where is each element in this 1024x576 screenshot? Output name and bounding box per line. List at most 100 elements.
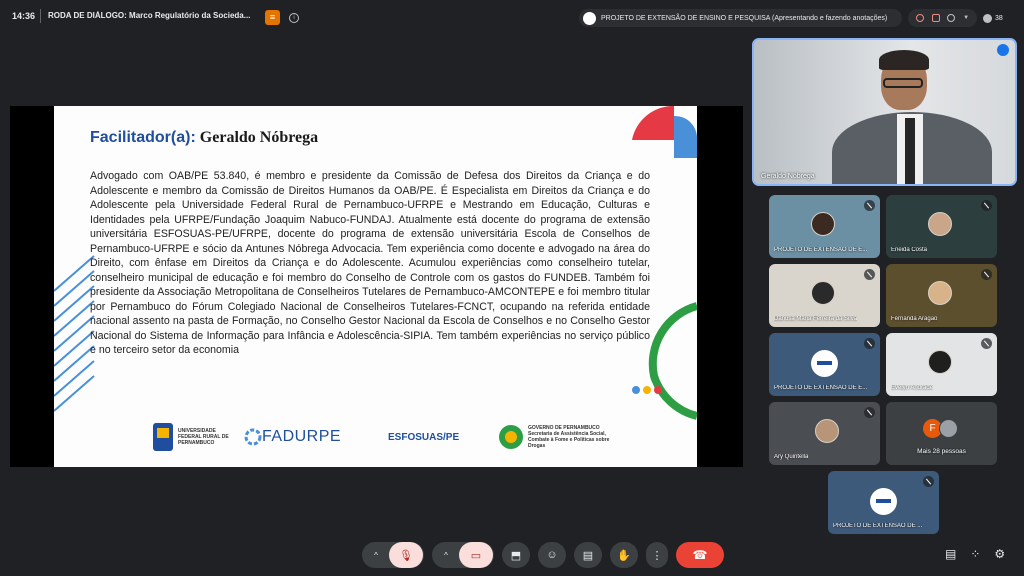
participant-tile[interactable]: Evelyn Andrade (886, 333, 997, 396)
facilitator-bio: Advogado com OAB/PE 53.840, é membro e p… (90, 170, 650, 356)
participant-count[interactable]: 38 (983, 10, 1017, 26)
participant-name: PROJETO DE EXTENSÃO DE E... (774, 247, 868, 253)
gov-pe-logo: GOVERNO DE PERNAMBUCO Secretaria de Assi… (498, 419, 618, 455)
mic-off-icon[interactable]: 🎙 (389, 542, 423, 568)
presenter-avatar (583, 11, 596, 25)
annotate-icon[interactable] (931, 14, 940, 22)
chevron-down-icon[interactable]: ▼ (963, 15, 969, 21)
presenter-chip-label: PROJETO DE EXTENSÃO DE ENSINO E PESQUISA… (601, 14, 888, 22)
participant-tile[interactable]: Fernanda Aragão (886, 264, 997, 327)
mic-off-icon (981, 338, 992, 349)
participant-count-value: 38 (995, 14, 1003, 22)
meeting-title: RODA DE DIÁLOGO: Marco Regulatório da So… (48, 11, 251, 20)
participant-name: Evelyn Andrade (891, 385, 934, 391)
title-label: Facilitador(a): (90, 129, 196, 146)
participant-avatar (928, 212, 952, 236)
esfosuas-logo: ESFOSUAS/PE (388, 419, 459, 455)
participant-video (815, 419, 839, 443)
mic-off-icon (981, 269, 992, 280)
info-icon[interactable]: i (289, 13, 299, 23)
participant-name: Danusa Maria Ferreira da Silva (774, 316, 858, 322)
participant-avatar (811, 350, 838, 377)
people-icon (983, 13, 992, 23)
document-icon[interactable]: ≡ (265, 10, 280, 25)
activities-icon[interactable]: ⁘ (970, 547, 980, 561)
participant-tile[interactable]: Eneida Costa (886, 195, 997, 258)
participant-video (811, 281, 835, 305)
deco-blue-shape (674, 115, 697, 158)
participant-tile[interactable]: PROJETO DE EXTENSÃO DE E... (769, 333, 880, 396)
more-participants-label: Mais 28 pessoas (917, 448, 966, 455)
present-screen-button[interactable]: ⬒ (502, 542, 530, 568)
side-panel-controls: ▤ ⁘ ⚙ (945, 547, 1005, 561)
sponsor-logos: UNIVERSIDADE FEDERAL RURAL DE PERNAMBUCO… (152, 419, 672, 459)
ufrpe-logo: UNIVERSIDADE FEDERAL RURAL DE PERNAMBUCO (152, 419, 242, 455)
more-options-button[interactable]: ⋮ (646, 542, 668, 568)
record-icon[interactable] (915, 14, 924, 22)
raise-hand-button[interactable]: ✋ (610, 542, 638, 568)
deco-dot-blue (632, 386, 640, 394)
more-participants-tile[interactable]: F Mais 28 pessoas (886, 402, 997, 465)
deco-dots (632, 386, 662, 394)
captions-button[interactable]: ▤ (574, 542, 602, 568)
participant-tile[interactable]: PROJETO DE EXTENSÃO DE E... (769, 195, 880, 258)
deco-dot-red (654, 386, 662, 394)
camera-control: ^ ▭ (432, 542, 494, 568)
stop-share-icon[interactable] (947, 14, 956, 22)
participant-name: PROJETO DE EXTENSÃO DE ... (833, 523, 923, 529)
mic-off-icon (864, 338, 875, 349)
mic-off-icon (864, 200, 875, 211)
fadurpe-logo: FADURPE (244, 419, 341, 455)
clock: 14:36 (12, 11, 36, 21)
call-controls: ^ 🎙 ^ ▭ ⬒ ☺ ▤ ✋ ⋮ ☎ (362, 542, 724, 568)
esfosuas-text: ESFOSUAS/PE (388, 431, 460, 443)
ufrpe-text: UNIVERSIDADE FEDERAL RURAL DE PERNAMBUCO (178, 428, 229, 446)
host-controls-icon[interactable]: ⚙ (994, 547, 1005, 561)
camera-options-chevron-icon[interactable]: ^ (433, 542, 459, 568)
deco-green-arc (648, 302, 697, 420)
participant-tile[interactable]: Ary Quintella (769, 402, 880, 465)
participant-video (811, 212, 835, 236)
presenter-chip[interactable]: PROJETO DE EXTENSÃO DE ENSINO E PESQUISA… (579, 9, 902, 27)
mic-off-icon (981, 200, 992, 211)
participant-avatar (939, 419, 958, 438)
deco-stripes (54, 255, 95, 412)
presentation-slide: Facilitador(a): Geraldo Nóbrega Advogado… (54, 106, 697, 467)
recording-controls[interactable]: ▼ (908, 9, 977, 27)
mic-options-chevron-icon[interactable]: ^ (363, 542, 389, 568)
participant-name: Ary Quintella (774, 454, 809, 460)
featured-name: Geraldo Nóbrega (761, 173, 815, 180)
person-hair (879, 50, 929, 70)
top-bar: 14:36 RODA DE DIÁLOGO: Marco Regulatório… (0, 0, 1024, 36)
participant-name: Eneida Costa (891, 247, 928, 253)
fadurpe-text: FADURPE (262, 428, 342, 445)
person-tie (905, 118, 915, 184)
gov-pe-emblem (499, 425, 523, 449)
deco-dot-yellow (643, 386, 651, 394)
mic-control: ^ 🎙 (362, 542, 424, 568)
chat-icon[interactable]: ▤ (945, 547, 956, 561)
participant-name: PROJETO DE EXTENSÃO DE E... (774, 385, 868, 391)
participant-tile[interactable]: Danusa Maria Ferreira da Silva (769, 264, 880, 327)
gov-pe-text: GOVERNO DE PERNAMBUCO Secretaria de Assi… (528, 425, 610, 449)
camera-off-icon[interactable]: ▭ (459, 542, 493, 568)
deco-red-quarter (632, 106, 674, 140)
emoji-reaction-button[interactable]: ☺ (538, 542, 566, 568)
participant-tile[interactable]: PROJETO DE EXTENSÃO DE ... (828, 471, 939, 534)
featured-video-tile[interactable]: Geraldo Nóbrega (752, 38, 1017, 186)
fadurpe-emblem (244, 428, 262, 446)
mic-off-icon (864, 269, 875, 280)
speaking-indicator-icon (997, 44, 1009, 56)
ufrpe-emblem (153, 423, 173, 451)
slide-title: Facilitador(a): Geraldo Nóbrega (90, 129, 318, 147)
mic-off-icon (864, 407, 875, 418)
participant-avatar (870, 488, 897, 515)
divider (40, 9, 41, 23)
person-glasses (883, 78, 923, 88)
leave-call-button[interactable]: ☎ (676, 542, 724, 568)
participant-video (928, 350, 952, 374)
participant-avatar (928, 281, 952, 305)
facilitator-name: Geraldo Nóbrega (199, 129, 319, 146)
participant-name: Fernanda Aragão (891, 316, 938, 322)
mic-off-icon (923, 476, 934, 487)
